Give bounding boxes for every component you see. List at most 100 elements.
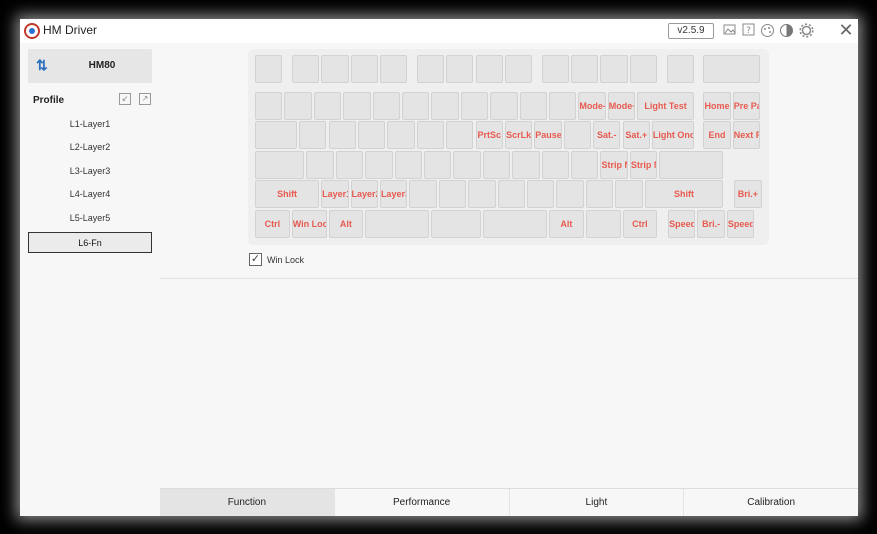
key-pre-page[interactable]: Pre Page <box>732 92 761 120</box>
key-blank[interactable] <box>504 55 533 83</box>
key-blank[interactable] <box>379 55 408 83</box>
key-prtsc[interactable]: PrtSc <box>475 121 503 149</box>
key-blank[interactable] <box>328 121 356 149</box>
key-blank[interactable] <box>438 180 467 208</box>
key-blank[interactable] <box>571 151 599 179</box>
key-shift[interactable]: Shift <box>255 180 320 208</box>
device-selector[interactable]: ⇅ HM80 <box>28 49 152 83</box>
key-blank[interactable] <box>357 121 386 149</box>
key-blank[interactable] <box>350 55 378 83</box>
layer-item-l6[interactable]: L6-Fn <box>28 232 152 253</box>
tab-function[interactable]: Function <box>160 489 335 516</box>
key-speed[interactable]: Speed+ <box>726 210 755 238</box>
gear-icon[interactable] <box>799 23 814 38</box>
key-scrlk[interactable]: ScrLk <box>504 121 533 149</box>
key-blank[interactable] <box>255 121 298 149</box>
key-light-test[interactable]: Light Test <box>637 92 694 120</box>
key-blank[interactable] <box>343 92 371 120</box>
key-blank[interactable] <box>446 121 474 149</box>
key-blank[interactable] <box>490 92 518 120</box>
key-mode[interactable]: Mode- <box>578 92 606 120</box>
key-shift[interactable]: Shift <box>644 180 724 208</box>
key-layer3[interactable]: Layer3 <box>379 180 408 208</box>
tab-light[interactable]: Light <box>509 489 685 516</box>
key-blank[interactable] <box>313 92 342 120</box>
key-speed[interactable]: Speed- <box>668 210 696 238</box>
key-bri[interactable]: Bri.+ <box>734 180 762 208</box>
key-blank[interactable] <box>255 55 283 83</box>
key-ctrl[interactable]: Ctrl <box>622 210 658 238</box>
key-blank[interactable] <box>482 210 547 238</box>
theme-icon[interactable] <box>779 23 794 38</box>
key-blank[interactable] <box>475 55 503 83</box>
key-blank[interactable] <box>468 180 496 208</box>
key-ctrl[interactable]: Ctrl <box>255 210 290 238</box>
key-light-onoff[interactable]: Light Onoff <box>651 121 694 149</box>
key-blank[interactable] <box>306 151 334 179</box>
key-blank[interactable] <box>519 92 547 120</box>
key-blank[interactable] <box>453 151 481 179</box>
key-next-page[interactable]: Next Page <box>732 121 761 149</box>
key-blank[interactable] <box>666 55 694 83</box>
key-blank[interactable] <box>416 55 445 83</box>
key-win-lock[interactable]: Win Lock <box>291 210 327 238</box>
key-blank[interactable] <box>431 92 459 120</box>
key-blank[interactable] <box>549 92 577 120</box>
key-bri[interactable]: Bri.- <box>697 210 725 238</box>
key-blank[interactable] <box>541 55 570 83</box>
layer-item-l2[interactable]: L2-Layer2 <box>28 137 152 158</box>
tab-performance[interactable]: Performance <box>334 489 510 516</box>
layer-item-l1[interactable]: L1-Layer1 <box>28 114 152 135</box>
version-badge[interactable]: v2.5.9 <box>668 23 714 39</box>
key-blank[interactable] <box>409 180 437 208</box>
tab-calibration[interactable]: Calibration <box>684 489 858 516</box>
key-blank[interactable] <box>659 151 724 179</box>
key-blank[interactable] <box>424 151 452 179</box>
key-sat[interactable]: Sat.- <box>593 121 621 149</box>
win-lock-checkbox[interactable]: ✓ <box>249 253 262 266</box>
key-blank[interactable] <box>571 55 599 83</box>
key-blank[interactable] <box>372 92 400 120</box>
key-blank[interactable] <box>394 151 423 179</box>
key-blank[interactable] <box>497 180 525 208</box>
key-blank[interactable] <box>255 92 283 120</box>
key-sat[interactable]: Sat.+ <box>622 121 650 149</box>
key-blank[interactable] <box>416 121 445 149</box>
key-blank[interactable] <box>526 180 555 208</box>
close-icon[interactable]: ✕ <box>838 21 854 39</box>
layer-item-l5[interactable]: L5-Layer5 <box>28 208 152 229</box>
key-blank[interactable] <box>556 180 584 208</box>
key-blank[interactable] <box>446 55 474 83</box>
layer-item-l4[interactable]: L4-Layer4 <box>28 184 152 205</box>
key-blank[interactable] <box>291 55 320 83</box>
key-strip-mode[interactable]: Strip Mode+ <box>629 151 658 179</box>
key-blank[interactable] <box>541 151 570 179</box>
key-strip-mode[interactable]: Strip Mode- <box>600 151 628 179</box>
image-icon[interactable] <box>722 23 737 38</box>
key-blank[interactable] <box>512 151 540 179</box>
key-blank[interactable] <box>563 121 592 149</box>
key-blank[interactable] <box>335 151 364 179</box>
palette-icon[interactable] <box>760 23 775 38</box>
layer-item-l3[interactable]: L3-Layer3 <box>28 161 152 182</box>
key-blank[interactable] <box>431 210 481 238</box>
help-icon[interactable]: ? <box>741 23 756 38</box>
key-blank[interactable] <box>703 55 761 83</box>
key-blank[interactable] <box>255 151 305 179</box>
key-blank[interactable] <box>460 92 489 120</box>
key-blank[interactable] <box>365 210 430 238</box>
import-profile-icon[interactable]: ↙ <box>119 93 131 105</box>
key-pause[interactable]: Pause <box>534 121 562 149</box>
key-layer2[interactable]: Layer2 <box>350 180 378 208</box>
export-profile-icon[interactable]: ↗ <box>139 93 151 105</box>
key-blank[interactable] <box>284 92 312 120</box>
key-blank[interactable] <box>402 92 430 120</box>
key-layer1[interactable]: Layer1 <box>321 180 349 208</box>
key-blank[interactable] <box>585 210 621 238</box>
key-end[interactable]: End <box>703 121 731 149</box>
key-blank[interactable] <box>600 55 628 83</box>
key-blank[interactable] <box>615 180 643 208</box>
key-blank[interactable] <box>365 151 393 179</box>
key-mode[interactable]: Mode+ <box>607 92 636 120</box>
key-blank[interactable] <box>299 121 327 149</box>
